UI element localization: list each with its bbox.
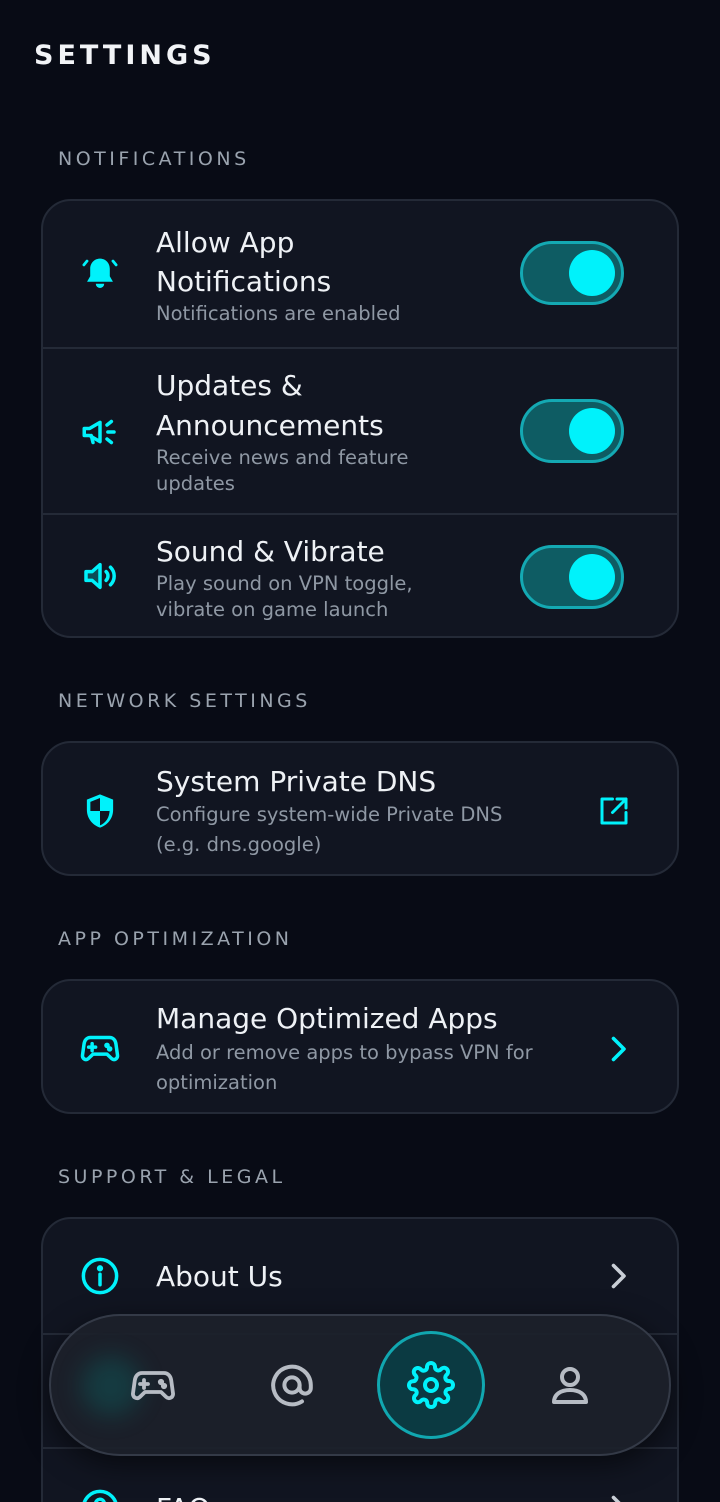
row-subtitle-line2: optimization <box>156 1071 278 1094</box>
row-title: Sound & Vibrate <box>156 535 385 568</box>
chevron-right-icon <box>600 1258 636 1294</box>
section-label-network: NETWORK SETTINGS <box>58 690 311 712</box>
section-label-notifications: NOTIFICATIONS <box>58 148 250 170</box>
user-icon <box>552 1367 588 1404</box>
bottom-nav <box>49 1314 671 1456</box>
info-icon <box>79 1255 121 1297</box>
row-title: FAQ <box>156 1489 210 1502</box>
megaphone-icon <box>79 411 121 453</box>
row-title-line1: Allow App <box>156 226 295 259</box>
settings-screen: SETTINGS NOTIFICATIONS Allow App Notific… <box>0 0 720 1502</box>
page-title: SETTINGS <box>34 40 216 71</box>
row-title-line2: Notifications <box>156 265 332 298</box>
external-link-icon[interactable] <box>596 793 632 829</box>
row-title-line1: Updates & <box>156 369 303 402</box>
notifications-card: Allow App Notifications Notifications ar… <box>41 199 679 638</box>
row-system-private-dns[interactable]: System Private DNS Configure system-wide… <box>43 743 677 874</box>
speaker-icon <box>79 555 121 597</box>
shield-icon <box>79 790 121 832</box>
nav-item-games[interactable] <box>99 1331 207 1439</box>
help-icon <box>79 1487 121 1502</box>
gear-icon <box>407 1361 455 1409</box>
row-title: About Us <box>156 1260 283 1293</box>
row-title-line2: Announcements <box>156 409 384 442</box>
gamepad-icon <box>79 1027 121 1069</box>
row-subtitle-line1: Add or remove apps to bypass VPN for <box>156 1041 533 1064</box>
row-subtitle-line2: (e.g. dns.google) <box>156 833 322 856</box>
at-icon <box>271 1364 313 1407</box>
gamepad-icon <box>131 1371 175 1401</box>
toggle-knob <box>569 408 615 454</box>
notifications-toggle[interactable] <box>520 241 624 305</box>
section-label-optimization: APP OPTIMIZATION <box>58 928 293 950</box>
chevron-right-icon <box>600 1490 636 1502</box>
row-subtitle: Notifications are enabled <box>156 302 401 325</box>
row-title: Manage Optimized Apps <box>156 1002 498 1035</box>
row-subtitle-line1: Receive news and feature <box>156 446 409 469</box>
toggle-knob <box>569 250 615 296</box>
row-title: System Private DNS <box>156 765 437 798</box>
section-label-support: SUPPORT & LEGAL <box>58 1166 286 1188</box>
optimization-card: Manage Optimized Apps Add or remove apps… <box>41 979 679 1114</box>
nav-item-at[interactable] <box>238 1331 346 1439</box>
updates-toggle[interactable] <box>520 399 624 463</box>
row-updates-announcements: Updates & Announcements Receive news and… <box>43 347 677 513</box>
row-subtitle-line2: updates <box>156 472 235 495</box>
row-manage-optimized-apps[interactable]: Manage Optimized Apps Add or remove apps… <box>43 981 677 1112</box>
sound-toggle[interactable] <box>520 545 624 609</box>
bell-icon <box>79 253 121 295</box>
network-card: System Private DNS Configure system-wide… <box>41 741 679 876</box>
row-subtitle-line2: vibrate on game launch <box>156 598 389 621</box>
nav-item-settings[interactable] <box>377 1331 485 1439</box>
row-allow-app-notifications: Allow App Notifications Notifications ar… <box>43 201 677 347</box>
row-sound-vibrate: Sound & Vibrate Play sound on VPN toggle… <box>43 513 677 636</box>
row-subtitle-line1: Configure system-wide Private DNS <box>156 803 503 826</box>
toggle-knob <box>569 554 615 600</box>
chevron-right-icon <box>600 1031 636 1067</box>
nav-item-profile[interactable] <box>516 1331 624 1439</box>
row-subtitle-line1: Play sound on VPN toggle, <box>156 572 413 595</box>
